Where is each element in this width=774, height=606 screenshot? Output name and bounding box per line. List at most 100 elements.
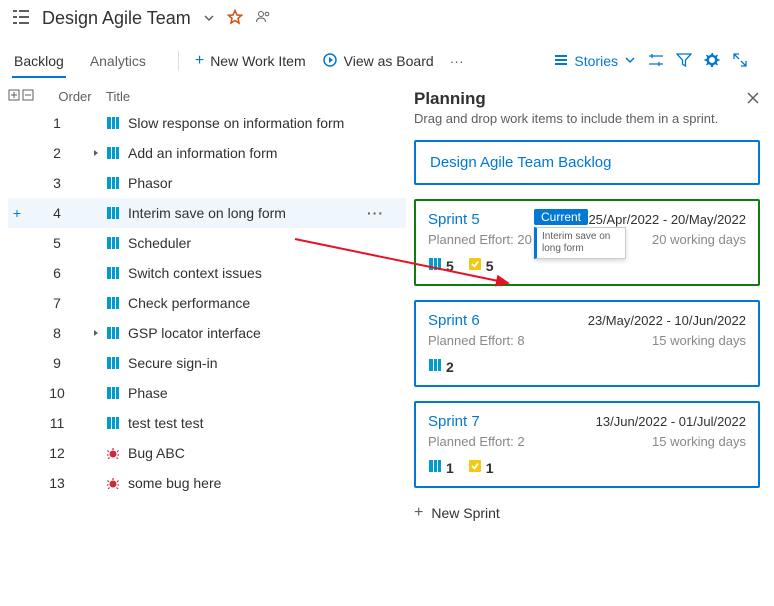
user-story-icon [104,146,122,160]
task-count: 1 [468,459,494,476]
team-icon[interactable] [255,9,271,28]
add-child-icon[interactable]: + [8,205,26,221]
user-story-icon [104,116,122,130]
new-work-item-button[interactable]: + New Work Item [187,48,314,74]
settings-gear-icon[interactable] [704,52,720,71]
chevron-down-icon[interactable] [203,11,215,27]
view-as-board-button[interactable]: View as Board [314,48,442,75]
work-item-title[interactable]: Scheduler [122,235,406,251]
work-item-title[interactable]: Phase [122,385,406,401]
user-story-icon [104,296,122,310]
new-sprint-button[interactable]: + New Sprint [414,504,760,522]
row-more-icon[interactable]: ··· [367,205,406,221]
tab-backlog[interactable]: Backlog [12,45,66,77]
user-story-icon [104,326,122,340]
page-title[interactable]: Design Agile Team [42,8,191,29]
row-order: 8 [26,325,88,341]
planning-subtitle: Drag and drop work items to include them… [414,111,760,126]
sprint-dates: 23/May/2022 - 10/Jun/2022 [588,313,746,328]
row-order: 9 [26,355,88,371]
close-icon[interactable] [746,91,760,108]
table-row[interactable]: 11 test test test [8,408,406,438]
planned-effort: Planned Effort: 20 [428,232,532,247]
table-row[interactable]: 7 Check performance [8,288,406,318]
collapse-all-icon[interactable] [22,89,34,104]
work-item-title[interactable]: some bug here [122,475,406,491]
expand-chevron-icon[interactable] [88,145,104,161]
sprint-dates: 25/Apr/2022 - 20/May/2022 [588,212,746,227]
filter-icon[interactable] [676,52,692,71]
table-row[interactable]: 5Scheduler [8,228,406,258]
planned-effort: Planned Effort: 2 [428,434,525,449]
work-item-title[interactable]: Bug ABC [122,445,406,461]
sprint-name[interactable]: Sprint 7 [428,413,480,430]
row-order: 4 [26,205,88,221]
user-story-icon [104,266,122,280]
sprint-name[interactable]: Sprint 6 [428,312,480,329]
backlog-card[interactable]: Design Agile Team Backlog [414,140,760,185]
work-item-title[interactable]: Secure sign-in [122,355,406,371]
work-item-title[interactable]: Switch context issues [122,265,406,281]
expand-chevron-icon[interactable] [88,325,104,341]
backlog-grid: Order Title 1Slow response on informatio… [0,81,406,595]
table-row[interactable]: 10Phase [8,378,406,408]
story-count: 2 [428,358,454,375]
user-story-icon [104,416,122,430]
sprint-card[interactable]: Sprint 5 Current25/Apr/2022 - 20/May/2022… [414,199,760,286]
table-row[interactable]: 1Slow response on information form [8,108,406,138]
row-order: 2 [26,145,88,161]
plus-icon: + [195,52,204,70]
table-row[interactable]: 2 Add an information form [8,138,406,168]
backlog-board-icon [12,8,30,29]
column-header-title[interactable]: Title [106,89,406,104]
column-header-order[interactable]: Order [44,89,106,104]
table-row[interactable]: +4 Interim save on long form··· [8,198,406,228]
user-story-icon [428,257,442,274]
table-row[interactable]: 6Switch context issues [8,258,406,288]
user-story-icon [104,386,122,400]
backlog-level-dropdown[interactable]: Stories [554,53,636,70]
work-item-title[interactable]: test test test [122,415,406,431]
tab-analytics[interactable]: Analytics [88,45,148,77]
user-story-icon [104,206,122,220]
plus-icon: + [414,504,423,522]
table-row[interactable]: 12Bug ABC [8,438,406,468]
sprint-name[interactable]: Sprint 5 [428,211,480,228]
sprint-card[interactable]: Sprint 623/May/2022 - 10/Jun/2022Planned… [414,300,760,387]
work-item-title[interactable]: Interim save on long form [122,205,367,221]
expand-all-icon[interactable] [8,89,20,104]
fullscreen-icon[interactable] [732,52,748,71]
drag-ghost: Interim save on long form [534,227,626,259]
chevron-down-icon [624,53,636,69]
working-days: 20 working days [652,232,746,247]
sprint-dates: 13/Jun/2022 - 01/Jul/2022 [596,414,746,429]
task-icon [468,459,482,476]
work-item-title[interactable]: Slow response on information form [122,115,406,131]
work-item-title[interactable]: Add an information form [122,145,406,161]
view-as-board-label: View as Board [344,53,434,69]
story-count: 5 [428,257,454,274]
working-days: 15 working days [652,434,746,449]
table-row[interactable]: 13some bug here [8,468,406,498]
table-row[interactable]: 9 Secure sign-in [8,348,406,378]
list-icon [554,53,568,70]
sprint-card[interactable]: Sprint 7 13/Jun/2022 - 01/Jul/2022 Planned… [414,401,760,488]
current-badge: Current [534,209,588,225]
planning-panel: Planning Drag and drop work items to inc… [406,81,774,595]
toolbar-more-icon[interactable]: ··· [442,49,472,73]
user-story-icon [428,358,442,375]
view-options-icon[interactable] [648,52,664,71]
table-row[interactable]: 3 Phasor [8,168,406,198]
row-order: 3 [26,175,88,191]
favorite-star-icon[interactable] [227,9,243,28]
backlog-card-title: Design Agile Team Backlog [430,154,612,171]
stories-label: Stories [574,53,618,69]
work-item-title[interactable]: GSP locator interface [122,325,406,341]
new-sprint-label: New Sprint [431,505,499,521]
row-order: 7 [26,295,88,311]
work-item-title[interactable]: Check performance [122,295,406,311]
planning-title: Planning [414,89,486,109]
table-row[interactable]: 8 GSP locator interface [8,318,406,348]
work-item-title[interactable]: Phasor [122,175,406,191]
row-order: 11 [26,415,88,431]
